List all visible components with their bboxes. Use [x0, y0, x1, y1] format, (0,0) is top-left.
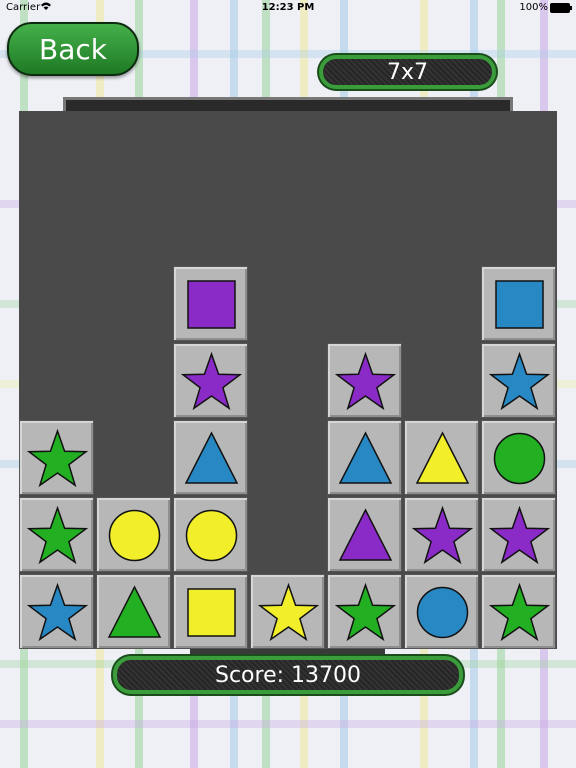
purple-star-icon: [488, 505, 551, 565]
yellow-circle-icon: [185, 509, 238, 562]
status-bar: Carrier 12:23 PM 100%: [0, 0, 576, 16]
game-tile[interactable]: [173, 343, 248, 418]
yellow-circle-icon: [108, 509, 161, 562]
blue-circle-icon: [416, 586, 469, 639]
blue-square-icon: [495, 280, 544, 329]
game-tile[interactable]: [481, 343, 556, 418]
purple-triangle-icon: [338, 508, 393, 561]
yellow-triangle-icon: [415, 431, 470, 484]
game-tile[interactable]: [19, 574, 94, 649]
purple-square-icon: [187, 280, 236, 329]
game-board: [19, 111, 557, 649]
game-tile[interactable]: [327, 343, 402, 418]
battery-icon: [550, 3, 572, 13]
yellow-square-icon: [187, 588, 236, 637]
game-tile[interactable]: [327, 497, 402, 572]
game-tile[interactable]: [481, 574, 556, 649]
game-tile[interactable]: [173, 574, 248, 649]
game-tile[interactable]: [481, 420, 556, 495]
clock-time: 12:23 PM: [261, 2, 315, 13]
game-tile[interactable]: [404, 420, 479, 495]
game-tile[interactable]: [481, 266, 556, 341]
green-star-icon: [488, 582, 551, 642]
green-star-icon: [26, 428, 89, 488]
blue-triangle-icon: [184, 431, 239, 484]
green-circle-icon: [493, 432, 546, 485]
game-tile[interactable]: [96, 497, 171, 572]
purple-star-icon: [180, 351, 243, 411]
game-tile[interactable]: [327, 420, 402, 495]
game-tile[interactable]: [96, 574, 171, 649]
blue-star-icon: [488, 351, 551, 411]
blue-triangle-icon: [338, 431, 393, 484]
green-star-icon: [334, 582, 397, 642]
game-tile[interactable]: [404, 497, 479, 572]
game-tile[interactable]: [19, 420, 94, 495]
purple-star-icon: [411, 505, 474, 565]
level-size-indicator: 7x7: [319, 55, 496, 89]
blue-star-icon: [26, 582, 89, 642]
game-tile[interactable]: [173, 266, 248, 341]
game-tile[interactable]: [19, 497, 94, 572]
score-display: Score: 13700: [113, 656, 463, 694]
game-tile[interactable]: [327, 574, 402, 649]
game-tile[interactable]: [250, 574, 325, 649]
yellow-star-icon: [257, 582, 320, 642]
purple-star-icon: [334, 351, 397, 411]
battery-percentage: 100%: [519, 2, 548, 13]
game-tile[interactable]: [404, 574, 479, 649]
game-tile[interactable]: [481, 497, 556, 572]
back-button[interactable]: Back: [7, 22, 139, 76]
game-tile[interactable]: [173, 497, 248, 572]
game-tile[interactable]: [173, 420, 248, 495]
green-triangle-icon: [107, 585, 162, 638]
green-star-icon: [26, 505, 89, 565]
